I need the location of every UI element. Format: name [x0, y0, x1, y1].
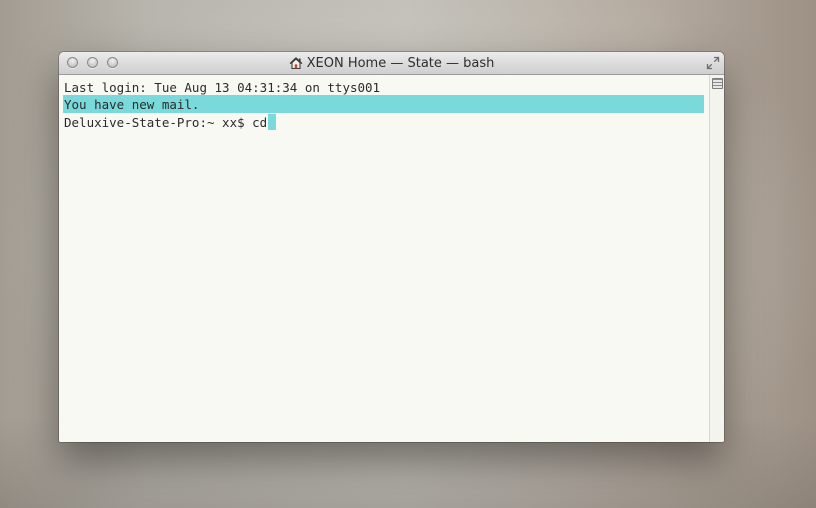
home-icon [289, 57, 302, 70]
title-bar[interactable]: XEON Home — State — bash [59, 52, 724, 75]
terminal-line-prompt[interactable]: Deluxive-State-Pro:~ xx$ cd [64, 114, 277, 131]
terminal-window[interactable]: XEON Home — State — bash Last login: Tue… [59, 52, 724, 442]
desktop: { "window": { "title": "XEON Home — Stat… [0, 0, 816, 508]
vertical-scrollbar[interactable] [709, 75, 724, 442]
window-title: XEON Home — State — bash [59, 52, 724, 74]
text-cursor [268, 114, 277, 130]
split-pane-icon[interactable] [712, 78, 723, 89]
window-title-text: XEON Home — State — bash [306, 55, 495, 71]
terminal-line-mail: You have new mail. [64, 97, 200, 112]
fullscreen-arrows-icon[interactable] [706, 56, 720, 70]
prompt-text: Deluxive-State-Pro:~ xx$ cd [64, 115, 268, 130]
terminal-content[interactable]: Last login: Tue Aug 13 04:31:34 on ttys0… [59, 75, 709, 442]
terminal-line-login: Last login: Tue Aug 13 04:31:34 on ttys0… [64, 80, 381, 95]
